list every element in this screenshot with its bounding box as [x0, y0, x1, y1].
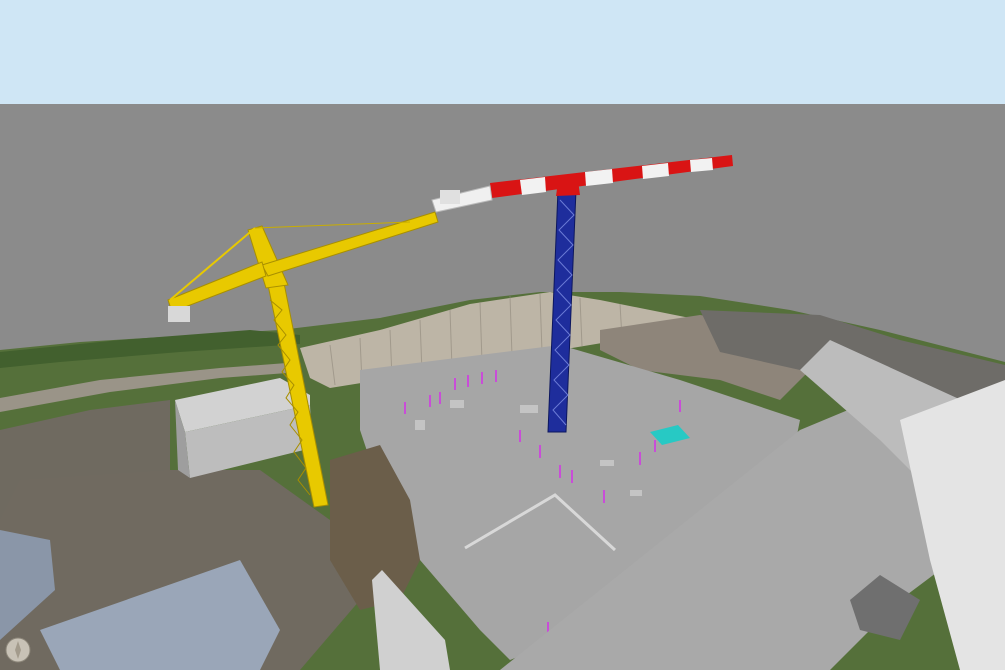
- sky: [0, 0, 1005, 104]
- 3d-scene[interactable]: [0, 0, 1005, 670]
- crane-yellow-counterweight: [168, 306, 190, 322]
- 3d-viewport[interactable]: [0, 0, 1005, 670]
- view-cube[interactable]: [4, 636, 32, 664]
- crane-flat-top-counterweight: [440, 190, 460, 204]
